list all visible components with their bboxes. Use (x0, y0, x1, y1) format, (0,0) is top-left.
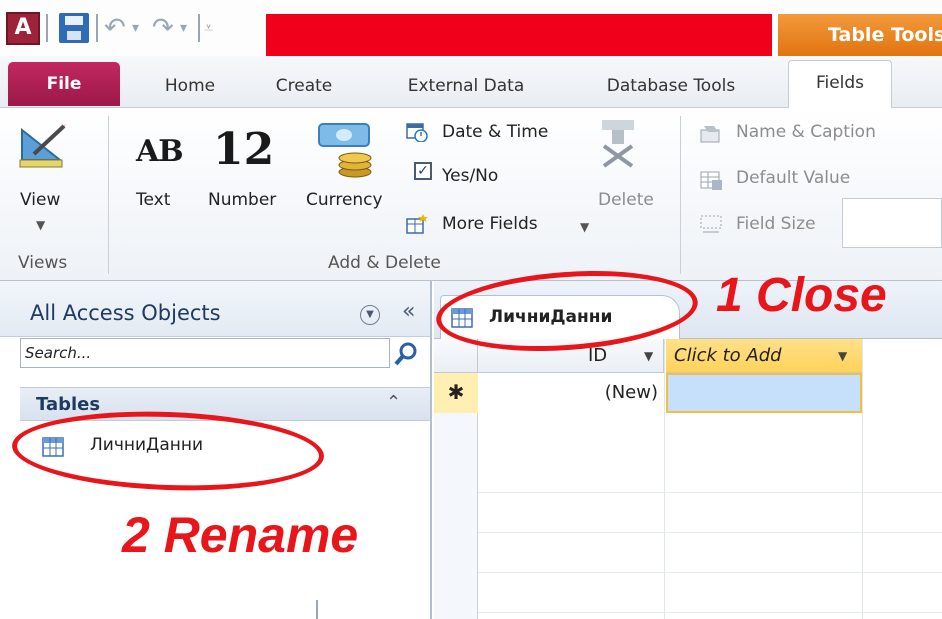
undo-dropdown-icon[interactable]: ▾ (132, 10, 139, 46)
undo-icon[interactable]: ↶ (104, 10, 126, 46)
new-record-marker-icon: ✱ (434, 373, 478, 413)
delete-field-button[interactable]: Delete (598, 190, 654, 210)
qat-separator (96, 14, 98, 42)
field-size-label: Field Size (736, 214, 816, 234)
tab-fields[interactable]: Fields (788, 60, 892, 109)
text-field-icon[interactable]: AB (136, 134, 184, 169)
access-logo-icon: A (6, 12, 40, 45)
view-button[interactable]: View (20, 190, 60, 210)
grid-line (434, 533, 942, 573)
column-header-label: Click to Add (674, 345, 782, 366)
tab-file[interactable]: File (8, 62, 120, 106)
column-dropdown-icon[interactable]: ▼ (644, 339, 653, 373)
column-dropdown-icon[interactable]: ▼ (838, 339, 847, 373)
view-dropdown-icon[interactable]: ▼ (36, 218, 45, 232)
name-caption-button[interactable]: Name & Caption (736, 122, 876, 142)
more-fields-icon[interactable] (406, 214, 428, 234)
group-label-views: Views (18, 253, 68, 273)
grid-line (434, 453, 942, 493)
delete-field-icon (602, 120, 634, 168)
title-bar: A ↶ ▾ ↷ ▾ ⩡ Table Tools (0, 0, 942, 58)
ribbon-tab-strip: File Home Create External Data Database … (0, 56, 942, 109)
number-field-icon[interactable]: 12 (213, 124, 274, 175)
yes-no-button[interactable]: Yes/No (442, 166, 498, 186)
nav-pane-menu-icon[interactable]: ▼ (360, 305, 380, 325)
context-tab-table-tools: Table Tools (778, 14, 942, 58)
number-field-button[interactable]: Number (208, 190, 276, 210)
search-icon[interactable] (392, 339, 422, 369)
yes-no-checkbox-icon[interactable]: ✓ (414, 162, 432, 180)
cell-id-new[interactable]: (New) (478, 373, 664, 413)
field-size-input[interactable] (842, 198, 942, 248)
select-all-corner[interactable] (434, 339, 478, 373)
nav-pane-title[interactable]: All Access Objects (30, 301, 221, 325)
annotation-rename: 2 Rename (122, 507, 359, 563)
tab-database-tools[interactable]: Database Tools (576, 64, 766, 108)
ribbon: View ▼ Views AB Text 12 Number Currency … (0, 108, 942, 281)
nav-search-box (20, 338, 390, 368)
redo-icon[interactable]: ↷ (152, 10, 174, 46)
datasheet-grid: ID ▼ Click to Add ▼ ✱ (New) (434, 339, 942, 619)
view-icon[interactable] (16, 122, 68, 170)
collapse-group-icon[interactable]: ⌃ (386, 392, 401, 413)
nav-group-title: Tables (36, 394, 101, 415)
column-header-click-to-add[interactable]: Click to Add ▼ (666, 339, 862, 373)
text-field-button[interactable]: Text (136, 190, 170, 210)
splitter-mark (316, 600, 318, 619)
tab-external-data[interactable]: External Data (386, 64, 546, 108)
tab-home[interactable]: Home (150, 64, 230, 108)
annotation-close: 1 Close (716, 269, 887, 322)
redo-dropdown-icon[interactable]: ▾ (180, 10, 187, 46)
default-value-button[interactable]: Default Value (736, 168, 850, 188)
group-label-add-delete: Add & Delete (328, 253, 441, 273)
date-time-icon[interactable] (406, 122, 428, 142)
date-time-button[interactable]: Date & Time (442, 122, 548, 142)
cell-click-to-add-selected[interactable] (666, 373, 862, 413)
name-caption-icon (700, 126, 720, 143)
nav-pane-collapse-button[interactable]: « (402, 299, 415, 324)
more-fields-dropdown-icon[interactable]: ▼ (580, 220, 589, 234)
currency-field-button[interactable]: Currency (306, 190, 383, 210)
save-icon[interactable] (59, 13, 89, 43)
grid-line (434, 493, 942, 533)
field-size-icon (700, 215, 722, 233)
qat-separator (46, 14, 48, 42)
default-value-icon (700, 171, 722, 190)
customize-qat-icon[interactable]: ⩡ (204, 10, 213, 46)
redacted-title-area (266, 14, 772, 58)
nav-search-input[interactable] (21, 339, 389, 367)
more-fields-button[interactable]: More Fields (442, 214, 538, 234)
grid-line (434, 573, 942, 613)
group-separator (680, 116, 681, 274)
group-separator (108, 116, 109, 274)
currency-field-icon[interactable] (315, 120, 381, 178)
nav-pane-header: All Access Objects ▼ « (0, 281, 430, 337)
tab-create[interactable]: Create (262, 64, 346, 108)
qat-separator (198, 14, 200, 42)
